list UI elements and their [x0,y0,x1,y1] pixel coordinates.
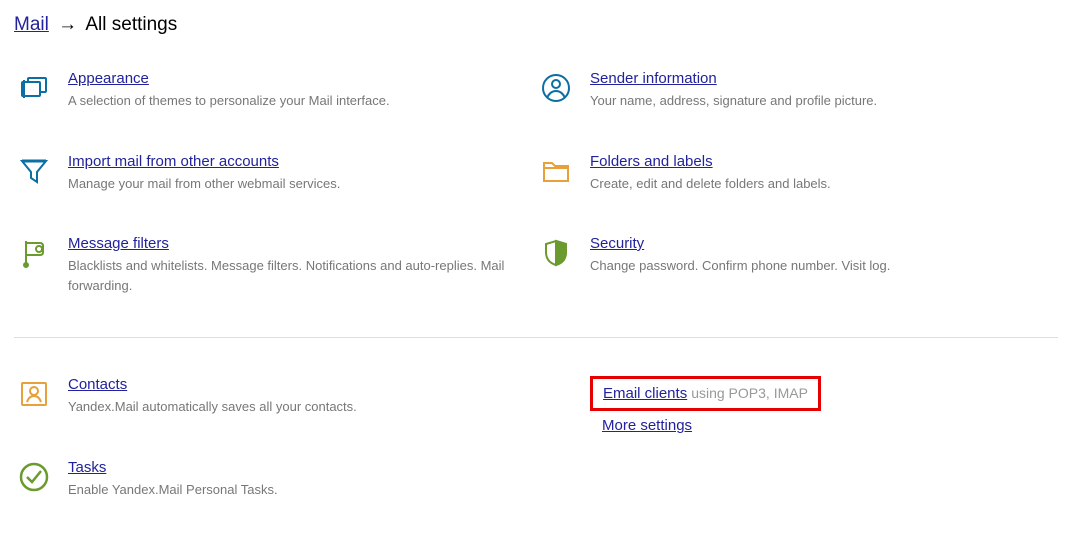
breadcrumb-mail-link[interactable]: Mail [14,14,49,35]
shield-icon [536,235,576,269]
email-clients-link[interactable]: Email clients [603,385,687,402]
folders-labels-link[interactable]: Folders and labels [590,153,713,170]
flag-icon [14,235,54,269]
appearance-icon [14,70,54,104]
setting-appearance: Appearance A selection of themes to pers… [14,70,516,111]
filters-link[interactable]: Message filters [68,235,169,252]
folders-labels-desc: Create, edit and delete folders and labe… [590,174,1038,194]
appearance-link[interactable]: Appearance [68,70,149,87]
tasks-desc: Enable Yandex.Mail Personal Tasks. [68,480,516,500]
tasks-link[interactable]: Tasks [68,459,106,476]
appearance-desc: A selection of themes to personalize you… [68,91,516,111]
setting-filters: Message filters Blacklists and whitelist… [14,235,516,295]
setting-contacts: Contacts Yandex.Mail automatically saves… [14,376,516,417]
contacts-link[interactable]: Contacts [68,376,127,393]
funnel-icon [14,153,54,187]
breadcrumb-arrow: → [58,14,77,35]
filters-desc: Blacklists and whitelists. Message filte… [68,256,516,295]
security-desc: Change password. Confirm phone number. V… [590,256,1038,276]
email-clients-highlight: Email clientsusing POP3, IMAP [590,376,821,411]
email-clients-suffix: using POP3, IMAP [691,385,808,401]
setting-import: Import mail from other accounts Manage y… [14,153,516,194]
more-settings-link[interactable]: More settings [602,417,1038,434]
breadcrumb-current: All settings [85,14,177,35]
sender-info-link[interactable]: Sender information [590,70,717,87]
setting-security: Security Change password. Confirm phone … [536,235,1038,276]
setting-sender-info: Sender information Your name, address, s… [536,70,1038,111]
section-divider [14,337,1058,338]
setting-tasks: Tasks Enable Yandex.Mail Personal Tasks. [14,459,516,500]
sender-info-desc: Your name, address, signature and profil… [590,91,1038,111]
contact-card-icon [14,376,54,410]
import-link[interactable]: Import mail from other accounts [68,153,279,170]
person-circle-icon [536,70,576,104]
security-link[interactable]: Security [590,235,644,252]
setting-folders-labels: Folders and labels Create, edit and dele… [536,153,1038,194]
check-circle-icon [14,459,54,493]
import-desc: Manage your mail from other webmail serv… [68,174,516,194]
folder-icon [536,153,576,187]
contacts-desc: Yandex.Mail automatically saves all your… [68,397,516,417]
breadcrumb: Mail → All settings [14,0,1058,44]
